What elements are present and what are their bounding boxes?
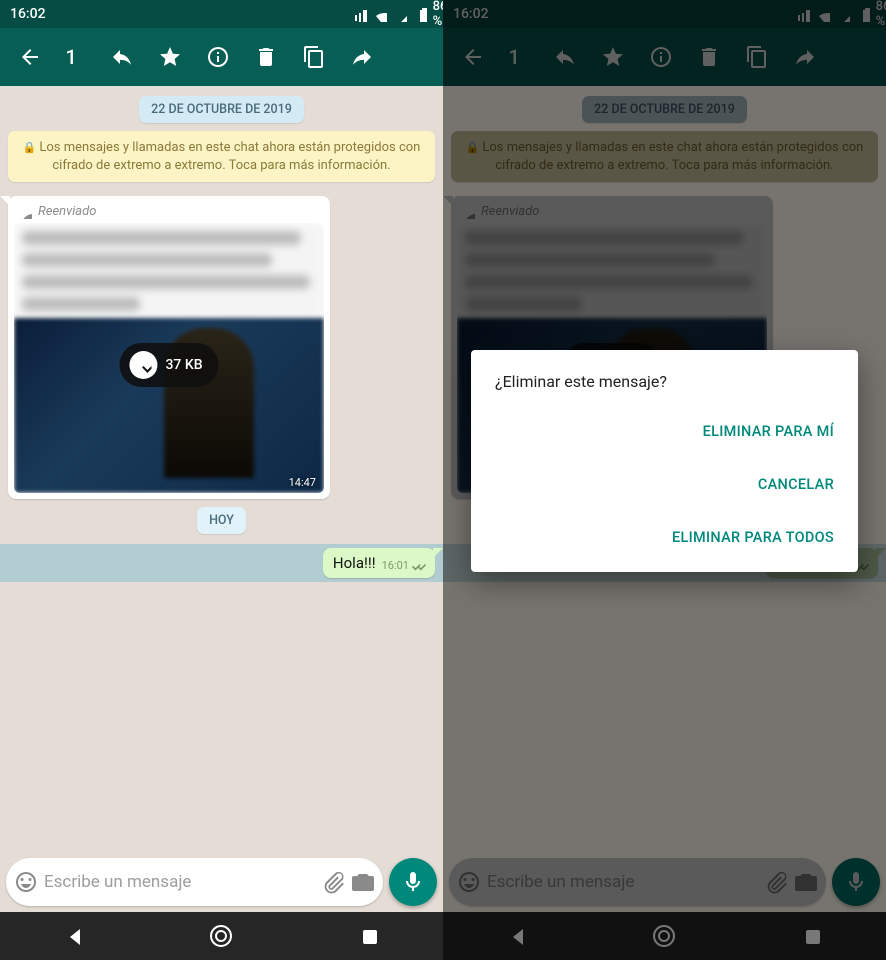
download-size: 37 KB bbox=[165, 357, 202, 373]
status-bar: 16:02 86 % bbox=[0, 0, 443, 28]
wifi-icon bbox=[373, 6, 387, 22]
composer-pill[interactable] bbox=[6, 858, 383, 906]
android-nav-bar bbox=[0, 912, 443, 960]
signal-icon bbox=[393, 6, 407, 22]
download-button[interactable]: 37 KB bbox=[119, 343, 218, 387]
info-button[interactable] bbox=[196, 35, 240, 79]
selection-count: 1 bbox=[56, 45, 86, 69]
camera-icon[interactable] bbox=[351, 870, 375, 894]
forwarded-label: Reenviado bbox=[38, 204, 96, 219]
battery-icon bbox=[413, 6, 427, 22]
lock-icon: 🔒 bbox=[23, 141, 37, 154]
delete-for-me-button[interactable]: ELIMINAR PARA MÍ bbox=[699, 415, 838, 448]
delete-button[interactable] bbox=[244, 35, 288, 79]
dialog-title: ¿Eliminar este mensaje? bbox=[495, 372, 838, 391]
screen-left: 16:02 86 % 1 22 DE OCTUBRE DE 2019 bbox=[0, 0, 443, 960]
delete-dialog: ¿Eliminar este mensaje? ELIMINAR PARA MÍ… bbox=[471, 350, 858, 572]
message-input[interactable] bbox=[44, 872, 315, 892]
delete-for-all-button[interactable]: ELIMINAR PARA TODOS bbox=[668, 521, 838, 554]
encryption-banner[interactable]: 🔒Los mensajes y llamadas en este chat ah… bbox=[8, 131, 435, 182]
mic-icon bbox=[401, 870, 425, 894]
chat-body[interactable]: 22 DE OCTUBRE DE 2019 🔒Los mensajes y ll… bbox=[0, 86, 443, 960]
attach-icon[interactable] bbox=[321, 870, 345, 894]
nav-home-icon[interactable] bbox=[210, 925, 232, 947]
cancel-button[interactable]: CANCELAR bbox=[754, 468, 838, 501]
status-time: 16:02 bbox=[10, 6, 46, 22]
nav-recent-icon[interactable] bbox=[358, 925, 380, 947]
reply-button[interactable] bbox=[100, 35, 144, 79]
forwarded-row: Reenviado bbox=[14, 202, 324, 223]
selection-action-bar: 1 bbox=[0, 28, 443, 86]
date-chip: 22 DE OCTUBRE DE 2019 bbox=[139, 96, 304, 123]
message-time: 14:47 bbox=[289, 476, 316, 489]
forwarded-icon bbox=[18, 205, 32, 219]
copy-button[interactable] bbox=[292, 35, 336, 79]
download-icon bbox=[135, 357, 151, 373]
vibrate-icon bbox=[354, 6, 368, 22]
outgoing-time: 16:01 bbox=[382, 559, 409, 572]
outgoing-message-row[interactable]: Hola!!! 16:01 bbox=[8, 548, 435, 578]
emoji-icon[interactable] bbox=[14, 870, 38, 894]
nav-back-icon[interactable] bbox=[63, 925, 85, 947]
outgoing-text: Hola!!! bbox=[333, 554, 376, 572]
media-attachment[interactable]: 37 KB 14:47 bbox=[14, 223, 324, 493]
read-ticks-icon bbox=[411, 560, 427, 572]
screen-right: 16:02 86 % 1 22 DE OCTUBRE DE 2019 bbox=[443, 0, 886, 960]
outgoing-bubble[interactable]: Hola!!! 16:01 bbox=[323, 548, 435, 578]
forward-button[interactable] bbox=[340, 35, 384, 79]
back-button[interactable] bbox=[8, 35, 52, 79]
mic-button[interactable] bbox=[389, 858, 437, 906]
incoming-message[interactable]: Reenviado 37 KB 14:47 bbox=[8, 196, 330, 499]
composer-row bbox=[0, 852, 443, 912]
encryption-text: Los mensajes y llamadas en este chat aho… bbox=[39, 140, 420, 173]
today-chip: HOY bbox=[197, 507, 246, 534]
star-button[interactable] bbox=[148, 35, 192, 79]
